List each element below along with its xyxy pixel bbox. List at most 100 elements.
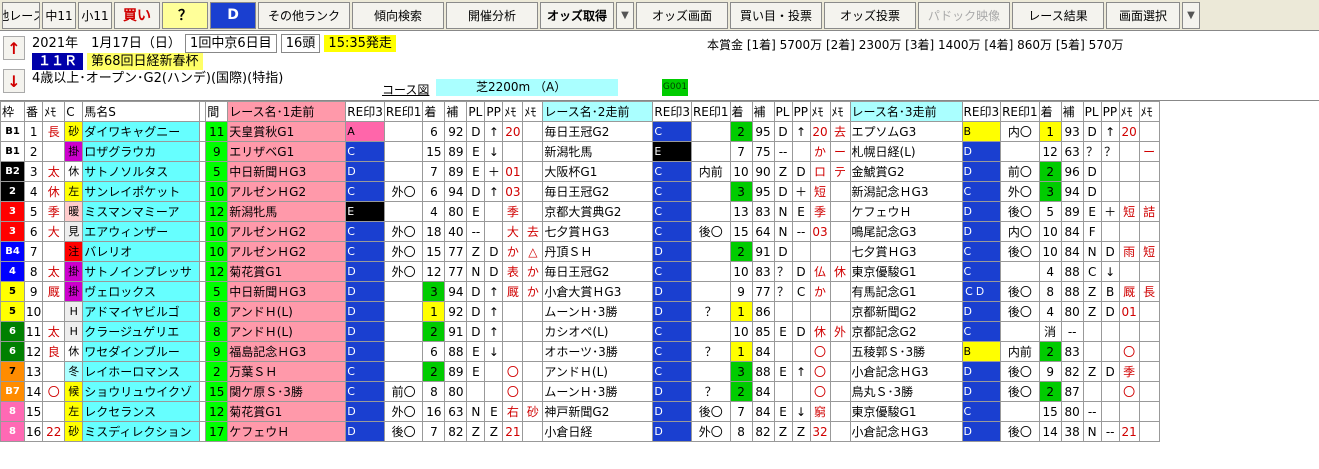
table-cell: 91 xyxy=(751,241,775,262)
table-cell: アルゼンＨG2 xyxy=(227,181,347,202)
table-cell: ↓ xyxy=(791,401,811,422)
col-header-18[interactable]: RE印1 xyxy=(690,101,731,122)
table-cell: 10 xyxy=(1038,221,1062,242)
table-cell: 18 xyxy=(422,221,446,242)
table-cell: 太 xyxy=(42,161,66,182)
table-cell: E xyxy=(773,361,793,382)
col-header-32[interactable]: ﾒﾓ xyxy=(1118,101,1140,122)
table-cell: D xyxy=(961,301,1002,322)
col-header-11[interactable]: 補 xyxy=(444,101,468,122)
toolbar-button-5[interactable]: D xyxy=(210,1,256,29)
table-row[interactable]: 2 4 休左サンレイポケット 10 アルゼンＨG2 C 外〇 6 94 D ↑ 03 毎日王冠G2 C 3 9… xyxy=(0,181,1160,202)
table-cell: ＋ xyxy=(791,181,811,202)
col-header-17[interactable]: RE印3 xyxy=(652,101,692,122)
col-header-21[interactable]: PL xyxy=(773,101,793,122)
col-header-26[interactable]: RE印3 xyxy=(961,101,1002,122)
toolbar-button-0[interactable]: 他レース xyxy=(2,1,40,29)
table-cell xyxy=(522,321,544,342)
col-header-14[interactable]: ﾒﾓ xyxy=(502,101,524,122)
table-cell: ー xyxy=(829,141,851,162)
col-header-25[interactable]: レース名･3走前 xyxy=(849,101,963,122)
col-header-28[interactable]: 着 xyxy=(1038,101,1062,122)
col-header-3[interactable]: C xyxy=(64,101,84,122)
table-row[interactable]: B7 14 〇候ショウリュウイクゾ 15 関ケ原Ｓ･3勝 C 前〇 8 80 〇ムーンＨ･3勝 D？… xyxy=(0,381,1160,402)
table-row[interactable]: 8 16 22 砂ミスディレクション 17 ケフェウＨ D 後〇 7 82 Z Z 21 小倉日経 D 外〇 8… xyxy=(0,421,1160,442)
col-header-30[interactable]: PL xyxy=(1082,101,1102,122)
table-row[interactable]: 5 10 H アドマイヤビルゴ 8 アンドＨ(L) D 1 92 D ↑ ムーンＨ･3勝 D？ 1 86 京都… xyxy=(0,301,1160,322)
toolbar-button-9[interactable]: オッズ取得 xyxy=(540,1,614,29)
table-cell: E xyxy=(791,201,811,222)
table-cell xyxy=(773,381,793,402)
col-header-12[interactable]: PL xyxy=(466,101,486,122)
toolbar-button-16[interactable]: 画面選択 xyxy=(1106,1,1180,29)
table-cell: 10 xyxy=(729,161,753,182)
table-row[interactable]: 4 8 太掛サトノインプレッサ 12 菊花賞G1 D 外〇 12 77 N D 表か毎日王冠G2 C 10… xyxy=(0,261,1160,282)
col-header-13[interactable]: PP xyxy=(484,101,504,122)
col-header-29[interactable]: 補 xyxy=(1060,101,1084,122)
toolbar-button-17[interactable]: ▼ xyxy=(1182,1,1200,29)
toolbar-button-11[interactable]: オッズ画面 xyxy=(636,1,728,29)
table-row[interactable]: 3 6 大見エアウィンザー 10 アルゼンＨG2 C 外〇 18 40 -- 大去七夕賞ＨG3 C 後〇… xyxy=(0,221,1160,242)
table-cell: 83 xyxy=(751,201,775,222)
toolbar-button-2[interactable]: 小11 xyxy=(78,1,112,29)
table-row[interactable]: B1 1 長砂ダイワキャグニー 11 天皇賞秋G1 A 6 92 D ↑ 20 毎日王冠G2 C 2 95 D… xyxy=(0,121,1160,142)
toolbar-button-3[interactable]: 買い xyxy=(114,1,160,29)
col-header-19[interactable]: 着 xyxy=(729,101,753,122)
col-header-33[interactable]: ﾒﾓ xyxy=(1138,101,1160,122)
table-row[interactable]: 3 5 季暖ミスマンマミーア 12 新潟牝馬 E 4 80 E 季京都大賞典G2 C 13 83 N E 季ケ… xyxy=(0,201,1160,222)
toolbar-button-14[interactable]: パドック映像 xyxy=(918,1,1010,29)
table-cell xyxy=(383,361,424,382)
col-header-4[interactable]: 馬名S xyxy=(82,101,201,122)
table-cell: 毎日王冠G2 xyxy=(542,261,654,282)
table-cell: D xyxy=(961,381,1002,402)
toolbar-button-15[interactable]: レース結果 xyxy=(1012,1,1104,29)
toolbar-button-12[interactable]: 買い目・投票 xyxy=(730,1,822,29)
col-header-24[interactable]: ﾒﾓ xyxy=(829,101,851,122)
table-row[interactable]: 5 9 厩掛ヴェロックス 5 中日新聞ＨG3 D 3 94 D ↑ 厩か小倉大賞ＨG3 D 9 77？ C か… xyxy=(0,281,1160,302)
table-cell: 77 xyxy=(751,281,775,302)
table-row[interactable]: B2 3 太休サトノソルタス 5 中日新聞ＨG3 D 7 89 E ＋ 01 大阪杯G1 C 内前 10 90… xyxy=(0,161,1160,182)
table-cell: 77 xyxy=(444,261,468,282)
col-header-27[interactable]: RE印1 xyxy=(1000,101,1040,122)
table-cell: 84 xyxy=(751,381,775,402)
table-row[interactable]: 6 11 太 H クラージュゲリエ 8 アンドＨ(L) D 2 91 D ↑ カシオペ(L) C 10 85 E… xyxy=(0,321,1160,342)
toolbar-button-10[interactable]: ▼ xyxy=(616,1,634,29)
table-cell: C xyxy=(345,221,385,242)
table-row[interactable]: B4 7 注バレリオ 10 アルゼンＨG2 C 外〇 15 77 Z D か △ 丹頂ＳＨ D 2 91 D 七夕賞… xyxy=(0,241,1160,262)
col-header-22[interactable]: PP xyxy=(791,101,811,122)
table-cell: Z xyxy=(1082,281,1102,302)
col-header-9[interactable]: RE印1 xyxy=(383,101,424,122)
toolbar-button-7[interactable]: 傾向検索 xyxy=(352,1,444,29)
col-header-2[interactable]: ﾒﾓ xyxy=(42,101,66,122)
col-header-15[interactable]: ﾒﾓ xyxy=(522,101,544,122)
table-cell: 86 xyxy=(751,301,775,322)
table-cell: E xyxy=(345,201,385,222)
course-map-link[interactable]: コース図 xyxy=(382,81,429,98)
prev-race-arrow-icon[interactable]: ↑ xyxy=(3,36,25,60)
table-cell: 後〇 xyxy=(1000,361,1040,382)
col-header-0[interactable]: 枠 xyxy=(0,101,25,122)
toolbar-button-4[interactable]: ？ xyxy=(162,1,208,29)
table-cell: 小倉日経 xyxy=(542,421,654,442)
col-header-20[interactable]: 補 xyxy=(751,101,775,122)
table-row[interactable]: 8 15 左レクセランス 12 菊花賞G1 D 外〇 16 63 N E 右砂神戸新聞G2 D 後〇 7 84… xyxy=(0,401,1160,422)
table-cell: D xyxy=(961,201,1002,222)
table-cell: 休 xyxy=(64,161,84,182)
col-header-6[interactable]: 間 xyxy=(205,101,229,122)
col-header-8[interactable]: RE印3 xyxy=(345,101,385,122)
table-row[interactable]: 6 12 良休ワセダインブルー 9 福島記念ＨG3 D 6 88 E ↓ オホーツ･3勝 C？ 1 84 〇… xyxy=(0,341,1160,362)
col-header-1[interactable]: 番 xyxy=(23,101,44,122)
next-race-arrow-icon[interactable]: ↓ xyxy=(3,69,25,93)
toolbar-button-8[interactable]: 開催分析 xyxy=(446,1,538,29)
col-header-31[interactable]: PP xyxy=(1100,101,1120,122)
table-cell: 9 xyxy=(205,141,229,162)
col-header-10[interactable]: 着 xyxy=(422,101,446,122)
col-header-16[interactable]: レース名･2走前 xyxy=(542,101,654,122)
table-row[interactable]: 7 13 冬レイホーロマンス 2 万葉ＳＨ C 2 89 E 〇アンドＨ(L) C 3 88 E ↑ 〇小倉記… xyxy=(0,361,1160,382)
toolbar-button-6[interactable]: その他ランク xyxy=(258,1,350,29)
toolbar-button-13[interactable]: オッズ投票 xyxy=(824,1,916,29)
table-row[interactable]: B1 2 掛ロザグラウカ 9 エリザベG1 C 15 89 E ↓ 新潟牝馬 E 7 75 -- かー札幌日経… xyxy=(0,141,1160,162)
col-header-23[interactable]: ﾒﾓ xyxy=(809,101,831,122)
toolbar-button-1[interactable]: 中11 xyxy=(42,1,76,29)
col-header-7[interactable]: レース名･1走前 xyxy=(227,101,347,122)
